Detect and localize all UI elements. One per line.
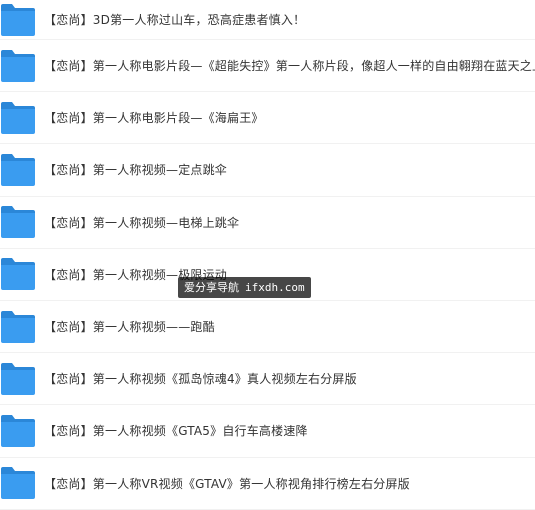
folder-icon — [1, 467, 35, 500]
folder-row[interactable]: 【恋尚】第一人称视频《GTA5》自行车高楼速降 — [0, 405, 535, 458]
folder-icon — [1, 101, 35, 134]
folder-name: 【恋尚】第一人称电影片段—《海扁王》 — [44, 111, 264, 126]
folder-icon — [1, 206, 35, 239]
folder-row[interactable]: 【恋尚】第一人称VR视频《GTAV》第一人称视角排行榜左右分屏版 — [0, 458, 535, 510]
folder-row[interactable]: 【恋尚】第一人称电影片段—《超能失控》第一人称片段，像超人一样的自由翱翔在蓝天之… — [0, 40, 535, 93]
folder-icon — [1, 3, 35, 36]
folder-icon — [1, 310, 35, 343]
folder-name: 【恋尚】第一人称视频—电梯上跳伞 — [44, 215, 240, 230]
file-list: 【恋尚】3D第一人称过山车，恐高症患者慎入！ 【恋尚】第一人称电影片段—《超能失… — [0, 0, 535, 510]
watermark: 爱分享导航 ifxdh.com — [178, 277, 311, 298]
folder-name: 【恋尚】第一人称VR视频《GTAV》第一人称视角排行榜左右分屏版 — [44, 476, 410, 491]
folder-row[interactable]: 【恋尚】3D第一人称过山车，恐高症患者慎入！ — [0, 0, 535, 40]
folder-icon — [1, 49, 35, 82]
folder-icon — [1, 414, 35, 447]
folder-name: 【恋尚】第一人称电影片段—《超能失控》第一人称片段，像超人一样的自由翱翔在蓝天之… — [44, 59, 535, 74]
folder-row[interactable]: 【恋尚】第一人称视频—定点跳伞 — [0, 144, 535, 197]
folder-icon — [1, 362, 35, 395]
watermark-label: 爱分享导航 — [184, 281, 239, 294]
watermark-url: ifxdh.com — [245, 281, 305, 294]
folder-icon — [1, 258, 35, 291]
folder-name: 【恋尚】3D第一人称过山车，恐高症患者慎入！ — [44, 13, 306, 27]
folder-icon — [1, 153, 35, 186]
folder-name: 【恋尚】第一人称视频—定点跳伞 — [44, 163, 228, 178]
folder-row[interactable]: 【恋尚】第一人称视频《孤岛惊魂4》真人视频左右分屏版 — [0, 353, 535, 406]
folder-row[interactable]: 【恋尚】第一人称视频—电梯上跳伞 — [0, 197, 535, 249]
folder-name: 【恋尚】第一人称视频《孤岛惊魂4》真人视频左右分屏版 — [44, 372, 357, 387]
folder-name: 【恋尚】第一人称视频——跑酷 — [44, 320, 215, 335]
folder-row[interactable]: 【恋尚】第一人称电影片段—《海扁王》 — [0, 92, 535, 145]
folder-row[interactable]: 【恋尚】第一人称视频——跑酷 — [0, 301, 535, 354]
folder-name: 【恋尚】第一人称视频《GTA5》自行车高楼速降 — [44, 424, 308, 439]
